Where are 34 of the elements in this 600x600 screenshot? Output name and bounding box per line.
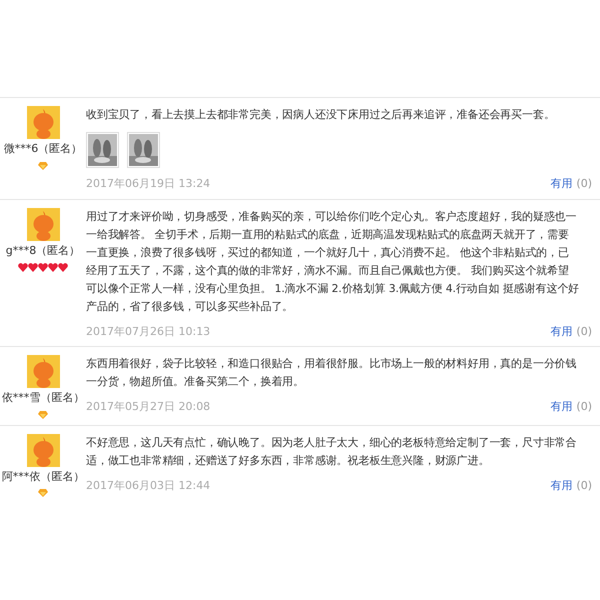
review-text: 用过了才来评价呦，切身感受，准备购买的亲，可以给你们吃个定心丸。客户态度超好，我的疑惑也一 (86, 208, 577, 224)
review-text: 东西用着很好，袋子比较轻，和造口很贴合，用着很舒服。比市场上一般的材料好用，真的是一分价钱 (86, 356, 577, 372)
review-text: 收到宝贝了，看上去摸上去都非常完美，因病人还没下床用过之后再来追评，准备还会再买一套。 (86, 107, 555, 123)
useful-count: (0) (576, 399, 592, 415)
review-date: 2017年05月27日 20:08 (86, 399, 210, 415)
review-text: 适，做工也非常精细，还赠送了好多东西，非常感谢。祝老板生意兴隆，财源广进。 (86, 452, 490, 468)
review-text: 产品的，省了很多钱，可以多买些补品了。 (86, 298, 294, 314)
user-name: g***8（匿名） (6, 242, 80, 258)
avatar-icon (26, 208, 60, 240)
useful-count: (0) (576, 478, 592, 494)
user-name: 阿***依（匿名） (2, 468, 84, 484)
useful-link[interactable]: 有用 (550, 324, 572, 340)
user-name: 微***6（匿名） (4, 141, 82, 157)
useful-count: (0) (576, 176, 592, 192)
review-date: 2017年07月26日 10:13 (86, 324, 210, 340)
diamond-icon (38, 162, 48, 170)
avatar-icon (26, 355, 60, 388)
review-date: 2017年06月03日 12:44 (86, 478, 210, 494)
avatar-icon (26, 434, 60, 466)
review-text: 可以像个正常人一样，没有心里负担。 1.滴水不漏 2.价格划算 3.佩戴方便 4.行动自如 挺感谢有这个好 (86, 280, 580, 296)
user-name: 依***雪（匿名） (2, 390, 84, 406)
review-text: 一分货，物超所值。准备买第二个，换着用。 (86, 374, 304, 390)
useful-link[interactable]: 有用 (550, 478, 572, 494)
review-text: 一给我解答。 全切手术，后期一直用的粘贴式的底盘，近期高温发现粘贴式的底盘两天就开了，需要 (86, 226, 569, 242)
review-text: 不好意思，这几天有点忙，确认晚了。因为老人肚子太大，细心的老板特意给定制了一套，尺寸非常合 (86, 434, 577, 450)
diamond-icon (38, 410, 48, 418)
diamond-icon (38, 489, 48, 497)
review-text: 经用了五天了，不露，这个真的做的非常好，滴水不漏。而且自己佩戴也方便。 我们购买这个就希望 (86, 262, 569, 278)
review-date: 2017年06月19日 13:24 (86, 176, 210, 192)
useful-link[interactable]: 有用 (550, 176, 572, 192)
avatar-icon (26, 106, 60, 139)
useful-link[interactable]: 有用 (550, 399, 572, 416)
useful-count: (0) (576, 324, 592, 340)
review-text: 一直更换，浪费了很多钱呀，买过的都知道，一个就好几十，真心消费不起。 他这个非粘贴式的，已 (86, 244, 569, 260)
